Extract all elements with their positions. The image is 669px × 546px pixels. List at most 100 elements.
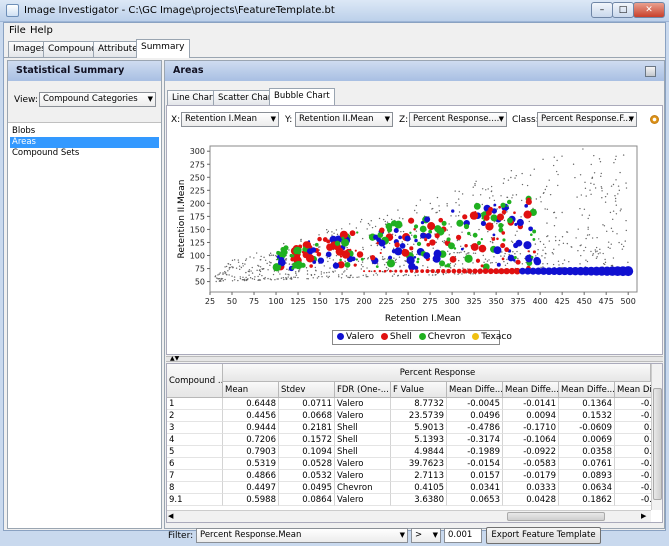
- bubble-point: [413, 234, 418, 239]
- small-point: [500, 255, 502, 257]
- small-point: [262, 268, 265, 270]
- bubble-point: [456, 268, 462, 274]
- areas-title-text: Areas: [173, 65, 204, 76]
- scroll-right-arrow-icon[interactable]: ▶: [641, 512, 646, 520]
- table-cell: 0.4456: [223, 410, 279, 422]
- vertical-scroll-thumb[interactable]: [653, 388, 662, 500]
- table-row[interactable]: 3 0.9444 0.2181 Shell 5.9013 -0.4786 -0.1710 -0…: [167, 422, 655, 434]
- x-tick-label: 175: [334, 297, 349, 306]
- small-point: [259, 270, 262, 273]
- small-point: [369, 224, 371, 226]
- menu-help[interactable]: Help: [30, 25, 53, 36]
- small-point: [232, 267, 234, 269]
- small-point: [557, 260, 560, 262]
- small-point: [318, 234, 320, 236]
- small-point: [243, 278, 246, 281]
- table-cell: Shell: [335, 434, 391, 446]
- bubble-point: [406, 256, 415, 265]
- bubble-point: [467, 268, 473, 274]
- view-select[interactable]: Compound Categories ▼: [39, 92, 156, 107]
- small-point: [503, 255, 506, 257]
- small-point: [381, 256, 384, 258]
- list-item-areas[interactable]: Areas: [10, 137, 159, 148]
- small-point: [361, 237, 364, 240]
- vertical-scrollbar[interactable]: [651, 364, 662, 510]
- filter-value-input[interactable]: 0.001: [444, 528, 482, 543]
- tab-summary[interactable]: Summary: [136, 39, 190, 58]
- small-point: [259, 259, 261, 261]
- small-point: [384, 220, 386, 223]
- tab-bubble-chart[interactable]: Bubble Chart: [269, 88, 335, 105]
- small-point: [474, 252, 477, 254]
- small-point: [298, 270, 300, 272]
- small-point: [222, 272, 224, 274]
- table-column-header[interactable]: Mean Diffe...: [559, 382, 615, 398]
- table-cell: 0.0333: [503, 482, 559, 494]
- small-point: [313, 273, 316, 276]
- list-item-compound-sets[interactable]: Compound Sets: [10, 148, 159, 159]
- y-tick-label: 100: [190, 252, 205, 261]
- table-row[interactable]: 4 0.7206 0.1572 Shell 5.1393 -0.3174 -0.1064 0.…: [167, 434, 655, 446]
- small-point: [332, 259, 335, 261]
- bubble-point: [279, 256, 284, 262]
- table-row[interactable]: 1 0.6448 0.0711 Valero 8.7732 -0.0045 -0.0141 0…: [167, 398, 655, 410]
- table-cell: -0.0179: [503, 470, 559, 482]
- bubble-point: [475, 258, 481, 263]
- table-row[interactable]: 6 0.5319 0.0528 Valero 39.7623 -0.0154 -0.0583…: [167, 458, 655, 470]
- maximize-button[interactable]: □: [612, 2, 634, 18]
- bubble-point: [394, 269, 398, 273]
- table-row[interactable]: 8 0.4497 0.0495 Chevron 0.4105 0.0341 0.0333 0.…: [167, 482, 655, 494]
- scroll-left-arrow-icon[interactable]: ◀: [168, 512, 173, 520]
- table-row[interactable]: 9.1 0.5988 0.0864 Valero 3.6380 0.0653 0.0428 0…: [167, 494, 655, 506]
- small-point: [540, 201, 542, 203]
- small-point: [326, 256, 328, 259]
- small-point: [402, 230, 405, 233]
- bubble-point: [460, 247, 464, 251]
- menu-file[interactable]: File: [9, 25, 26, 36]
- horizontal-scrollbar[interactable]: ◀ ▶: [167, 510, 651, 522]
- small-point: [404, 274, 406, 276]
- table-column-header[interactable]: FDR (One-...: [335, 382, 391, 398]
- splitter-handle[interactable]: ▲▼: [166, 356, 663, 362]
- table-row[interactable]: 7 0.4866 0.0532 Valero 2.7113 0.0157 -0.0179 0.…: [167, 470, 655, 482]
- small-point: [244, 263, 246, 265]
- table-column-header[interactable]: Mean Di: [615, 382, 655, 398]
- small-point: [237, 279, 239, 282]
- bubble-point: [496, 213, 505, 221]
- small-point: [516, 250, 518, 253]
- filter-field-select[interactable]: Percent Response.Mean ▼: [196, 528, 408, 543]
- small-point: [463, 256, 465, 259]
- save-icon[interactable]: [645, 66, 656, 77]
- small-point: [405, 273, 407, 276]
- small-point: [231, 259, 234, 262]
- table-column-header[interactable]: Mean Diffe...: [503, 382, 559, 398]
- chart-legend: Valero Shell Chevron Texaco: [332, 330, 512, 345]
- small-point: [220, 277, 223, 280]
- table-column-header[interactable]: Stdev: [279, 382, 335, 398]
- list-item-blobs[interactable]: Blobs: [10, 126, 159, 137]
- close-button[interactable]: ✕: [633, 2, 665, 18]
- horizontal-scroll-thumb[interactable]: [507, 512, 605, 521]
- table-column-header[interactable]: Mean Diffe...: [447, 382, 503, 398]
- table-row[interactable]: 5 0.7903 0.1094 Shell 4.9844 -0.1989 -0.0922 0.…: [167, 446, 655, 458]
- table-column-header[interactable]: Mean: [223, 382, 279, 398]
- table-cell: 0.0893: [559, 470, 615, 482]
- window-titlebar[interactable]: Image Investigator - C:\GC Image\project…: [0, 0, 669, 22]
- export-feature-template-button[interactable]: Export Feature Template: [486, 527, 601, 544]
- small-point: [449, 262, 452, 265]
- small-point: [386, 269, 388, 272]
- small-point: [481, 203, 484, 206]
- filter-operator-select[interactable]: > ▼: [411, 528, 441, 543]
- table-column-header[interactable]: F Value: [391, 382, 447, 398]
- small-point: [385, 266, 388, 269]
- small-point: [502, 182, 505, 184]
- small-point: [503, 178, 505, 180]
- table-row[interactable]: 2 0.4456 0.0668 Valero 23.5739 0.0496 0.0094 0.…: [167, 410, 655, 422]
- small-point: [332, 271, 335, 273]
- small-point: [606, 193, 609, 195]
- minimize-button[interactable]: –: [591, 2, 613, 18]
- table-header-compound[interactable]: Compound ...: [167, 364, 223, 398]
- small-point: [370, 270, 373, 273]
- small-point: [558, 264, 560, 266]
- small-point: [510, 176, 512, 179]
